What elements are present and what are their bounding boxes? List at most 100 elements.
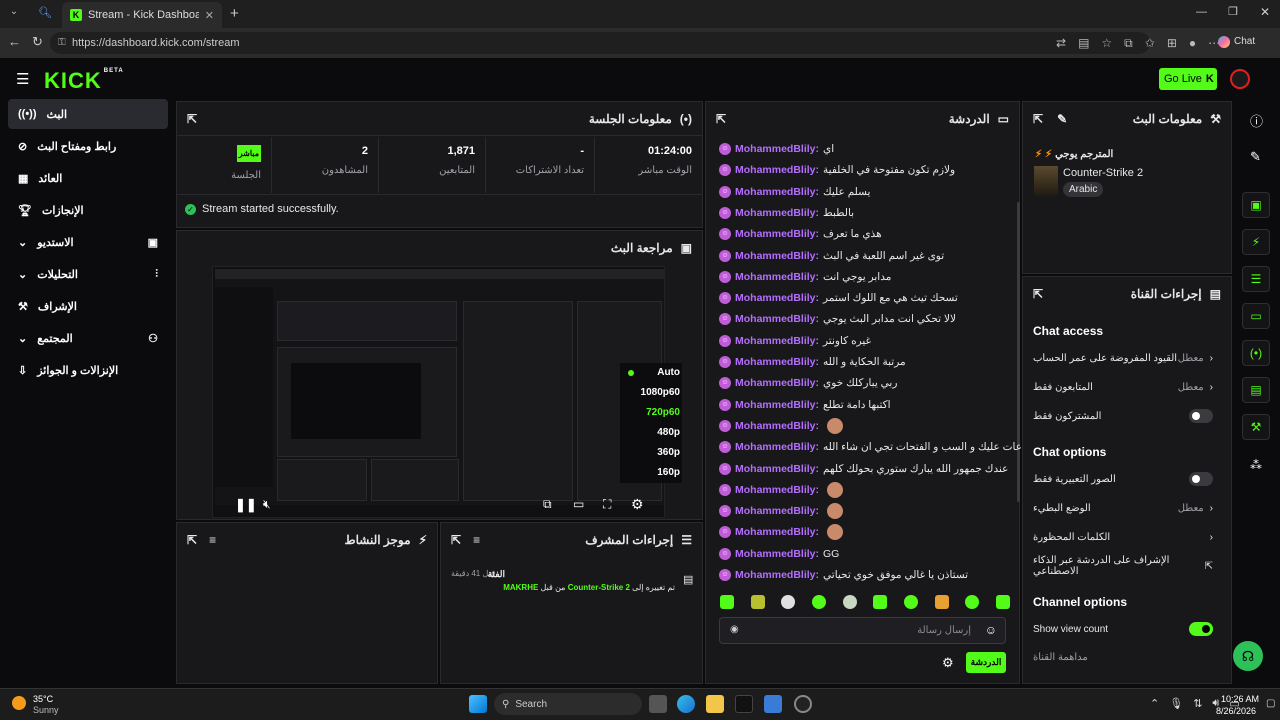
expand-icon[interactable]: ⇱ [1033,112,1043,126]
panel-toggle-7-icon[interactable]: ⚒ [1242,414,1270,440]
chat-username[interactable]: MohammedBlily: [735,441,819,453]
emote-icon[interactable] [995,595,1010,609]
quality-option[interactable]: 720p60 [646,407,680,418]
expand-icon[interactable]: ⇱ [187,112,197,126]
emote-icon[interactable] [750,595,765,609]
back-icon[interactable]: ← [8,34,21,49]
channel-watch-row[interactable]: مداهمة القناة [1033,647,1213,667]
go-live-button[interactable]: Go Live K [1159,68,1217,90]
quality-option[interactable]: 160p [657,467,680,478]
tray-chevron-icon[interactable]: ⌃ [1150,697,1159,710]
help-button[interactable]: ☊ [1233,641,1263,671]
chat-username[interactable]: MohammedBlily: [735,335,819,347]
taskbar-search[interactable]: ⚲ Search [494,693,642,715]
panel-toggle-5-icon[interactable]: (•) [1242,340,1270,366]
settings-gear-icon[interactable]: ⚙ [631,496,644,513]
emote-icon[interactable] [781,595,796,609]
theater-icon[interactable]: ▭ [573,497,584,511]
sidebar-item-achievements[interactable]: 🏆︎ الإنجازات [8,195,168,225]
expand-icon[interactable]: ⇱ [187,533,197,547]
edge-icon[interactable] [677,695,695,713]
panel-toggle-2-icon[interactable]: ⚡︎ [1242,229,1270,255]
windows-start-icon[interactable] [469,695,487,713]
show-view-count-toggle[interactable] [1189,622,1213,636]
mute-icon[interactable]: 🔇︎ [263,497,271,512]
search-tabs-icon[interactable]: 🔍︎ [38,6,54,22]
file-explorer-icon[interactable] [706,695,724,713]
quality-option[interactable]: 1080p60 [641,387,680,398]
chat-username[interactable]: MohammedBlily: [735,399,819,411]
fullscreen-icon[interactable]: ⛶ [603,497,611,512]
maximize-icon[interactable]: ❐ [1228,5,1238,18]
panel-toggle-4-icon[interactable]: ▭ [1242,303,1270,329]
chat-username[interactable]: MohammedBlily: [735,569,819,581]
weather-temp[interactable]: 35°C [33,694,53,704]
close-window-icon[interactable]: ✕ [1260,5,1270,19]
reload-icon[interactable]: ↻ [32,34,43,50]
minimize-icon[interactable]: — [1196,6,1207,18]
reader-icon[interactable]: ▤ [1078,36,1089,51]
notifications-icon[interactable]: ▢ [1266,698,1275,709]
clock-time[interactable]: 10:26 AM [1221,694,1259,704]
chat-username[interactable]: MohammedBlily: [735,186,819,198]
chat-username[interactable]: MohammedBlily: [735,484,819,496]
emote-icon[interactable] [720,595,734,609]
url-input[interactable]: https://dashboard.kick.com/stream [50,32,1150,54]
translate-icon[interactable]: ⇄ [1056,36,1066,51]
chat-username[interactable]: MohammedBlily: [735,228,819,240]
emote-icon[interactable] [903,595,918,609]
subscribers-only-toggle[interactable] [1189,409,1213,423]
hamburger-menu-icon[interactable]: ☰ [16,70,29,88]
emote-icon[interactable] [934,595,949,609]
chat-username[interactable]: MohammedBlily: [735,207,819,219]
sidebar-item-analytics[interactable]: ⌄ التحليلات ⫶ [8,259,168,289]
emote-icon[interactable] [873,595,888,609]
user-avatar[interactable] [1230,69,1250,89]
stream-video-player[interactable]: ❚❚ 🔇︎ ⧉ ▭ ⛶ ⚙ [212,266,665,518]
chat-username[interactable]: MohammedBlily: [735,526,819,538]
sidebar-item-drops[interactable]: ⇩ الإنزالات و الجوائز [8,355,168,385]
microphone-icon[interactable]: 🎙︎ [1169,697,1183,710]
quality-option[interactable]: 360p [657,447,680,458]
sidebar-item-revenue[interactable]: ▦ العائد [8,163,168,193]
account-age-row[interactable]: › معطل القيود المفروضة على عمر الحساب [1033,348,1213,368]
ai-moderation-row[interactable]: الإشراف على الدردشة عبر الذكاء الاصطناعي… [1033,555,1213,577]
panel-toggle-3-icon[interactable]: ☰ [1242,266,1270,292]
new-tab-icon[interactable]: + [230,5,239,22]
chat-username[interactable]: MohammedBlily: [735,250,819,262]
chat-username[interactable]: MohammedBlily: [735,377,819,389]
chat-username[interactable]: MohammedBlily: [735,164,819,176]
followers-only-row[interactable]: › معطل المتابعون فقط [1033,377,1213,397]
network-icon[interactable]: ⇅ [1193,697,1202,710]
chat-username[interactable]: MohammedBlily: [735,505,819,517]
chat-username[interactable]: MohammedBlily: [735,292,819,304]
close-tab-icon[interactable]: ✕ [205,9,214,22]
chat-username[interactable]: MohammedBlily: [735,463,819,475]
info-icon[interactable]: ⓘ [1250,111,1263,130]
kick-logo[interactable]: KICK BETA [44,68,124,94]
profile-avatar-icon[interactable]: ● [1189,36,1196,51]
favorites-icon[interactable]: ✩ [1145,36,1155,51]
panel-toggle-6-icon[interactable]: ▤ [1242,377,1270,403]
tiktok-icon[interactable] [735,695,753,713]
chat-username[interactable]: MohammedBlily: [735,356,819,368]
chat-username[interactable]: MohammedBlily: [735,271,819,283]
smiley-icon[interactable]: ☺ [985,623,997,637]
quality-option[interactable]: 480p [657,427,680,438]
emotes-only-toggle[interactable] [1189,472,1213,486]
sidebar-item-broadcast[interactable]: ((•)) البث [8,99,168,129]
expand-icon[interactable]: ⇱ [1033,287,1043,301]
sidebar-item-stream-key[interactable]: ⊘ رابط ومفتاح البث [8,131,168,161]
edit-pencil-icon[interactable]: ✎ [1057,112,1067,126]
pip-icon[interactable]: ⧉ [543,497,552,512]
extensions-icon[interactable]: ⧉ [1124,36,1133,51]
more-panels-icon[interactable]: ⁂ [1250,458,1262,472]
filter-icon[interactable]: ≡ [209,533,216,547]
expand-icon[interactable]: ⇱ [451,533,461,547]
chat-send-button[interactable]: الدردشة [966,652,1006,673]
edit-icon[interactable]: ✎ [1250,149,1261,165]
browser-tab[interactable]: K Stream - Kick Dashboard ✕ [62,2,222,28]
sidebar-item-moderation[interactable]: ⚒ الإشراف [8,291,168,321]
emote-picker-icon[interactable]: ◉ [730,624,739,635]
chat-username[interactable]: MohammedBlily: [735,420,819,432]
